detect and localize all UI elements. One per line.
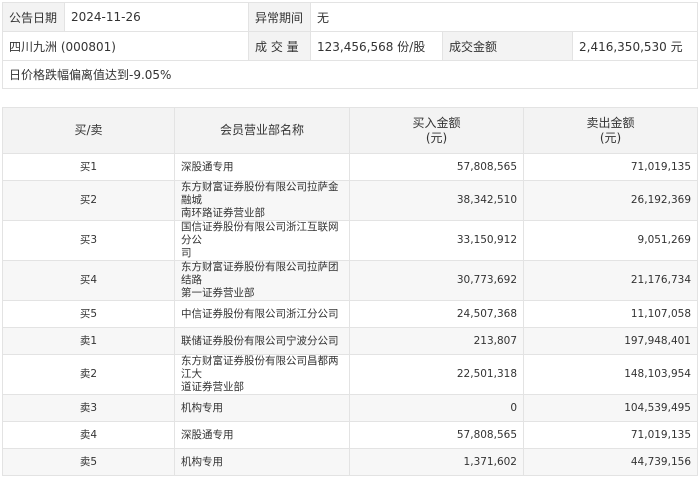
row-buy-amount: 57,808,565 bbox=[349, 421, 524, 449]
row-buy-amount: 1,371,602 bbox=[349, 448, 524, 476]
period-label: 异常期间 bbox=[248, 2, 311, 32]
row-sell-amount: 71,019,135 bbox=[523, 153, 698, 181]
row-type: 买5 bbox=[2, 300, 175, 328]
header-branch: 会员营业部名称 bbox=[174, 107, 350, 154]
row-type: 买1 bbox=[2, 153, 175, 181]
row-sell-amount: 9,051,269 bbox=[523, 220, 698, 261]
table-row: 卖1 联储证券股份有限公司宁波分公司 213,807 197,948,401 bbox=[2, 327, 698, 355]
row-sell-amount: 21,176,734 bbox=[523, 260, 698, 301]
branch-line-1: 东方财富证券股份有限公司昌都两江大 bbox=[181, 355, 339, 380]
row-branch: 深股通专用 bbox=[174, 153, 350, 181]
table-row: 卖3 机构专用 0 104,539,495 bbox=[2, 394, 698, 422]
row-type: 卖3 bbox=[2, 394, 175, 422]
row-branch: 机构专用 bbox=[174, 394, 350, 422]
date-label: 公告日期 bbox=[2, 2, 65, 32]
info-row-volume: 四川九洲 (000801) 成 交 量 123,456,568 份/股 成交金额… bbox=[2, 31, 699, 61]
branch-line-1: 国信证券股份有限公司浙江互联网分公 bbox=[181, 221, 339, 246]
period-value: 无 bbox=[309, 2, 699, 32]
row-branch: 东方财富证券股份有限公司拉萨团结路 第一证券营业部 bbox=[174, 260, 350, 301]
date-value: 2024-11-26 bbox=[64, 2, 249, 32]
header-buy-unit: (元) bbox=[425, 130, 448, 145]
table-row: 卖4 深股通专用 57,808,565 71,019,135 bbox=[2, 421, 698, 449]
table-row: 买3 国信证券股份有限公司浙江互联网分公 司 33,150,912 9,051,… bbox=[2, 220, 698, 261]
branch-line-1: 联储证券股份有限公司宁波分公司 bbox=[181, 334, 339, 347]
table-row: 买5 中信证券股份有限公司浙江分公司 24,507,368 11,107,058 bbox=[2, 300, 698, 328]
row-sell-amount: 71,019,135 bbox=[523, 421, 698, 449]
branch-line-2: 第一证券营业部 bbox=[181, 287, 255, 299]
row-sell-amount: 44,739,156 bbox=[523, 448, 698, 476]
volume-label: 成 交 量 bbox=[248, 31, 311, 61]
header-buy-label: 买入金额 bbox=[412, 115, 461, 130]
table-row: 卖5 机构专用 1,371,602 44,739,156 bbox=[2, 448, 698, 476]
row-sell-amount: 26,192,369 bbox=[523, 180, 698, 221]
page: 公告日期 2024-11-26 异常期间 无 四川九洲 (000801) 成 交… bbox=[0, 0, 700, 481]
row-type: 卖1 bbox=[2, 327, 175, 355]
row-buy-amount: 38,342,510 bbox=[349, 180, 524, 221]
row-sell-amount: 197,948,401 bbox=[523, 327, 698, 355]
row-type: 买4 bbox=[2, 260, 175, 301]
amount-value: 2,416,350,530 元 bbox=[571, 31, 699, 61]
announcement-info-table: 公告日期 2024-11-26 异常期间 无 四川九洲 (000801) 成 交… bbox=[1, 2, 699, 89]
row-branch: 深股通专用 bbox=[174, 421, 350, 449]
row-branch: 东方财富证券股份有限公司昌都两江大 道证券营业部 bbox=[174, 354, 350, 395]
branch-line-1: 深股通专用 bbox=[181, 428, 234, 441]
header-sell-unit: (元) bbox=[599, 130, 622, 145]
row-sell-amount: 148,103,954 bbox=[523, 354, 698, 395]
branch-line-1: 东方财富证券股份有限公司拉萨团结路 bbox=[181, 261, 339, 286]
table-row: 买2 东方财富证券股份有限公司拉萨金融城 南环路证券营业部 38,342,510… bbox=[2, 180, 698, 221]
row-branch: 联储证券股份有限公司宁波分公司 bbox=[174, 327, 350, 355]
amount-label: 成交金额 bbox=[442, 31, 573, 61]
table-row: 买4 东方财富证券股份有限公司拉萨团结路 第一证券营业部 30,773,692 … bbox=[2, 260, 698, 301]
row-branch: 国信证券股份有限公司浙江互联网分公 司 bbox=[174, 220, 350, 261]
info-row-reason: 日价格跌幅偏离值达到-9.05% bbox=[1, 60, 699, 89]
table-header-row: 买/卖 会员营业部名称 买入金额 (元) 卖出金额 (元) bbox=[2, 107, 698, 154]
row-buy-amount: 30,773,692 bbox=[349, 260, 524, 301]
header-side: 买/卖 bbox=[2, 107, 175, 154]
header-buy: 买入金额 (元) bbox=[349, 107, 524, 154]
row-branch: 中信证券股份有限公司浙江分公司 bbox=[174, 300, 350, 328]
branch-line-1: 机构专用 bbox=[181, 455, 223, 468]
info-row-date: 公告日期 2024-11-26 异常期间 无 bbox=[2, 2, 699, 32]
row-sell-amount: 11,107,058 bbox=[523, 300, 698, 328]
row-buy-amount: 57,808,565 bbox=[349, 153, 524, 181]
row-buy-amount: 22,501,318 bbox=[349, 354, 524, 395]
trade-detail-table: 买/卖 会员营业部名称 买入金额 (元) 卖出金额 (元) 买1 深股通专用 5… bbox=[2, 107, 698, 476]
row-sell-amount: 104,539,495 bbox=[523, 394, 698, 422]
branch-line-2: 道证券营业部 bbox=[181, 381, 244, 393]
row-type: 卖4 bbox=[2, 421, 175, 449]
branch-line-1: 机构专用 bbox=[181, 401, 223, 414]
row-buy-amount: 0 bbox=[349, 394, 524, 422]
branch-line-2: 司 bbox=[181, 247, 192, 259]
row-type: 卖5 bbox=[2, 448, 175, 476]
branch-line-2: 南环路证券营业部 bbox=[181, 207, 265, 219]
row-branch: 东方财富证券股份有限公司拉萨金融城 南环路证券营业部 bbox=[174, 180, 350, 221]
branch-line-1: 深股通专用 bbox=[181, 160, 234, 173]
header-sell-label: 卖出金额 bbox=[586, 115, 635, 130]
row-buy-amount: 24,507,368 bbox=[349, 300, 524, 328]
volume-value: 123,456,568 份/股 bbox=[310, 31, 443, 61]
branch-line-1: 东方财富证券股份有限公司拉萨金融城 bbox=[181, 181, 339, 206]
row-branch: 机构专用 bbox=[174, 448, 350, 476]
row-type: 买3 bbox=[2, 220, 175, 261]
row-buy-amount: 213,807 bbox=[349, 327, 524, 355]
row-buy-amount: 33,150,912 bbox=[349, 220, 524, 261]
table-row: 卖2 东方财富证券股份有限公司昌都两江大 道证券营业部 22,501,318 1… bbox=[2, 354, 698, 395]
row-type: 买2 bbox=[2, 180, 175, 221]
branch-line-1: 中信证券股份有限公司浙江分公司 bbox=[181, 307, 339, 320]
table-row: 买1 深股通专用 57,808,565 71,019,135 bbox=[2, 153, 698, 181]
header-sell: 卖出金额 (元) bbox=[523, 107, 698, 154]
stock-name: 四川九洲 (000801) bbox=[2, 31, 249, 61]
reason-text: 日价格跌幅偏离值达到-9.05% bbox=[1, 60, 699, 89]
row-type: 卖2 bbox=[2, 354, 175, 395]
